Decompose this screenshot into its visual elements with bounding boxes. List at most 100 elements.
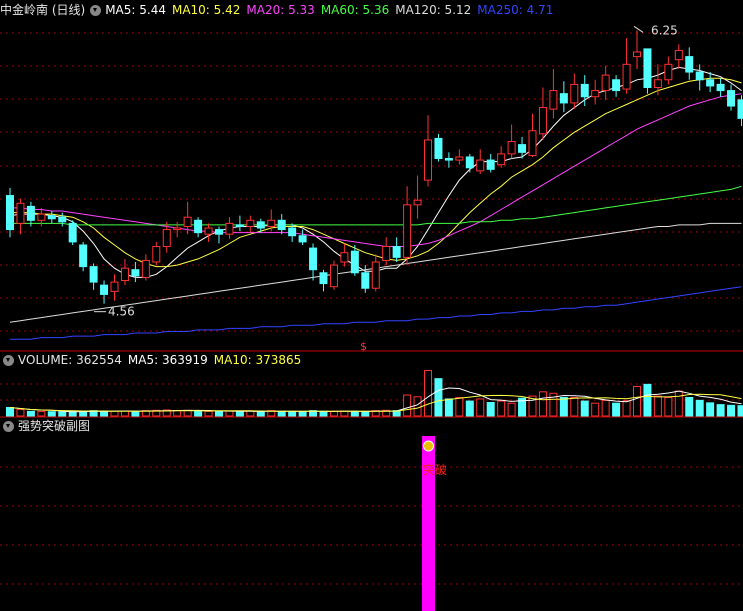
- breakout-marker: $: [360, 340, 367, 353]
- volume-bar: [507, 402, 516, 417]
- candle-body: [497, 153, 506, 166]
- candle-body: [183, 216, 192, 227]
- candle-body: [309, 247, 318, 271]
- candle-body: [486, 159, 495, 170]
- candle-body: [267, 219, 276, 227]
- candle-body: [371, 261, 380, 289]
- candle-body: [403, 204, 412, 258]
- candle-body: [246, 219, 255, 227]
- candle-body: [716, 83, 725, 92]
- volume-bar: [653, 395, 662, 417]
- volume-bar: [225, 410, 234, 417]
- candle-body: [215, 229, 223, 235]
- candle-body: [131, 269, 140, 277]
- candle-body: [47, 215, 56, 220]
- candle-body: [392, 246, 401, 258]
- candle-body: [434, 137, 443, 160]
- candle-body: [79, 244, 88, 268]
- candle-body: [194, 219, 203, 234]
- high-label: 6.25: [651, 23, 678, 37]
- volume-bar: [486, 401, 495, 417]
- volume-bar: [361, 411, 370, 417]
- candle-body: [68, 222, 77, 243]
- volume-bar: [695, 399, 704, 417]
- candle-body: [288, 227, 297, 237]
- candle-body: [695, 71, 704, 81]
- volume-bar: [570, 397, 579, 417]
- candle-body: [382, 246, 391, 261]
- candle-body: [643, 48, 652, 88]
- candle-body: [737, 99, 743, 119]
- high-pointer: [633, 25, 644, 33]
- volume-bar: [601, 399, 610, 417]
- candle-body: [6, 195, 14, 231]
- volume-bar: [434, 378, 443, 417]
- volume-bar: [58, 411, 67, 417]
- volume-bar: [319, 410, 328, 417]
- candle-body: [465, 156, 474, 169]
- candle-body: [256, 221, 265, 229]
- candle-body: [455, 156, 464, 161]
- chart-canvas[interactable]: 6.25 4.56 $ 突破: [0, 0, 743, 611]
- candle-body: [706, 79, 715, 87]
- volume-bar: [100, 410, 109, 417]
- candle-body: [89, 266, 98, 283]
- candle-body: [612, 79, 621, 92]
- low-label: 4.56: [108, 305, 135, 319]
- signal-coin-icon: [423, 440, 434, 452]
- volume-bar: [110, 410, 119, 417]
- volume-bar: [37, 410, 46, 417]
- volume-bar: [298, 411, 307, 417]
- volume-bar: [633, 385, 641, 417]
- volume-bar: [16, 409, 25, 417]
- candle-body: [37, 213, 46, 221]
- candle-body: [633, 51, 641, 58]
- candle-body: [58, 216, 67, 223]
- volume-bar: [580, 400, 589, 417]
- volume-bar: [612, 402, 621, 417]
- volume-bar: [674, 390, 683, 417]
- volume-ma-line-ma5: [9, 387, 742, 413]
- candle-body: [298, 235, 307, 243]
- candle-body: [622, 63, 631, 90]
- candle-body: [329, 264, 338, 288]
- ma-line-ma10: [10, 77, 742, 268]
- candle-body: [674, 49, 683, 61]
- volume-bar: [131, 410, 140, 417]
- volume-bar: [465, 400, 474, 417]
- volume-bar: [497, 400, 506, 417]
- candle-body: [538, 107, 547, 135]
- candle-body: [413, 199, 422, 206]
- candle-body: [361, 272, 370, 289]
- candle-body: [350, 250, 359, 274]
- candle-body: [528, 130, 537, 156]
- volume-bar: [643, 383, 652, 417]
- volume-bar: [455, 397, 464, 417]
- volume-bar: [194, 410, 203, 417]
- candle-body: [518, 144, 527, 153]
- volume-bar: [288, 411, 297, 417]
- volume-bar: [716, 404, 725, 417]
- candle-body: [685, 56, 694, 73]
- volume-bar: [664, 397, 673, 417]
- volume-bar: [538, 391, 547, 417]
- volume-bar: [277, 410, 286, 417]
- candle-body: [653, 79, 662, 88]
- candle-body: [444, 158, 453, 161]
- candle-body: [141, 259, 150, 278]
- candle-body: [559, 93, 568, 104]
- candle-body: [204, 227, 213, 235]
- candle-body: [173, 227, 182, 231]
- candle-body: [570, 83, 579, 104]
- volume-bar: [591, 402, 600, 417]
- candle-body: [580, 83, 589, 98]
- candle-body: [727, 90, 736, 107]
- candle-body: [120, 267, 129, 282]
- volume-bar: [403, 394, 412, 417]
- candle-body: [319, 272, 328, 285]
- volume-bar: [424, 369, 432, 417]
- volume-bar: [329, 410, 338, 417]
- volume-bar: [685, 397, 694, 417]
- volume-bar: [26, 410, 35, 417]
- candle-body: [424, 139, 432, 181]
